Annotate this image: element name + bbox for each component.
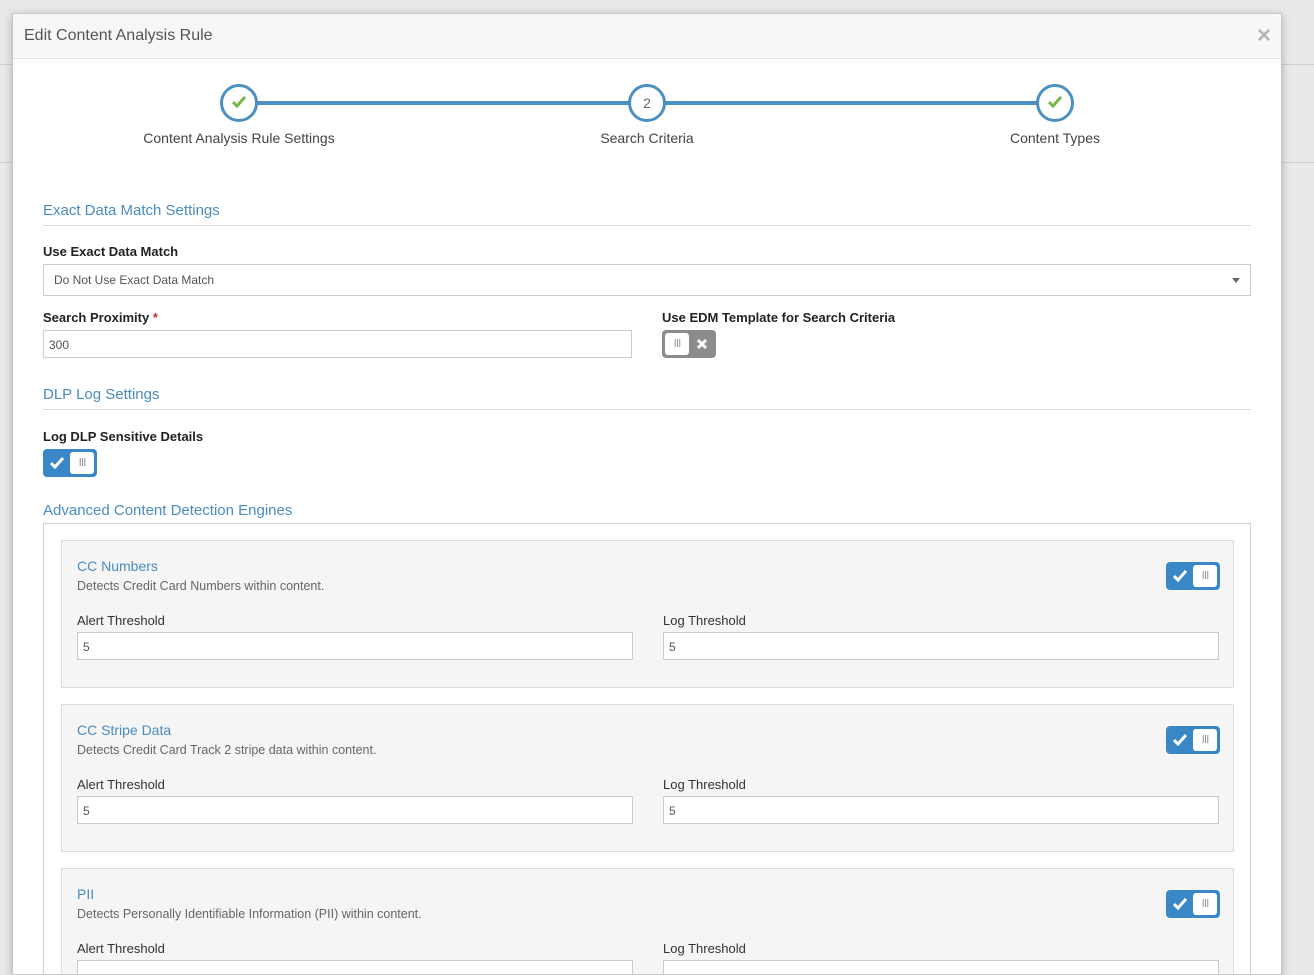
- x-icon: [689, 331, 715, 357]
- step-number: 2: [643, 95, 651, 111]
- engine-description: Detects Personally Identifiable Informat…: [77, 907, 422, 921]
- chevron-down-icon: [1232, 278, 1240, 283]
- check-icon: [1047, 96, 1063, 109]
- engine-enable-toggle[interactable]: III: [1166, 726, 1220, 754]
- search-proximity-input[interactable]: 300: [43, 330, 632, 358]
- required-marker: *: [152, 310, 158, 325]
- log-threshold-label: Log Threshold: [663, 613, 746, 628]
- edit-rule-modal: Edit Content Analysis Rule × 2 Content A…: [12, 13, 1282, 975]
- step-2-label[interactable]: Search Criteria: [600, 130, 693, 146]
- engines-panel: CC Numbers Detects Credit Card Numbers w…: [43, 523, 1251, 974]
- dlp-section-title: DLP Log Settings: [43, 386, 1251, 410]
- step-1-label[interactable]: Content Analysis Rule Settings: [143, 130, 334, 146]
- modal-header: Edit Content Analysis Rule ×: [13, 14, 1281, 59]
- engine-title: CC Stripe Data: [77, 722, 172, 738]
- step-connector: [665, 101, 1041, 105]
- engine-title: CC Numbers: [77, 558, 158, 574]
- log-dlp-label: Log DLP Sensitive Details: [43, 429, 204, 444]
- engine-enable-toggle[interactable]: III: [1166, 562, 1220, 590]
- alert-threshold-input[interactable]: 5: [77, 632, 633, 660]
- edm-template-toggle[interactable]: III: [662, 330, 716, 358]
- grip-icon: III: [1201, 569, 1210, 582]
- toggle-knob: III: [1193, 893, 1217, 915]
- check-icon: [1167, 563, 1193, 589]
- search-proximity-label: Search Proximity *: [43, 310, 158, 325]
- engine-card-cc-stripe: CC Stripe Data Detects Credit Card Track…: [61, 704, 1234, 852]
- check-icon: [44, 450, 70, 476]
- toggle-knob: III: [665, 333, 689, 355]
- log-threshold-input[interactable]: 5: [663, 796, 1219, 824]
- log-threshold-label: Log Threshold: [663, 941, 746, 956]
- wizard-stepper: 2 Content Analysis Rule Settings Search …: [13, 59, 1281, 169]
- step-3-circle[interactable]: [1036, 84, 1074, 122]
- grip-icon: III: [673, 337, 682, 350]
- engine-enable-toggle[interactable]: III: [1166, 890, 1220, 918]
- check-icon: [1167, 727, 1193, 753]
- engine-card-pii: PII Detects Personally Identifiable Info…: [61, 868, 1234, 974]
- use-edm-label: Use Exact Data Match: [43, 244, 179, 259]
- modal-content: Exact Data Match Settings Use Exact Data…: [43, 169, 1251, 974]
- step-2-circle[interactable]: 2: [628, 84, 666, 122]
- step-1-circle[interactable]: [220, 84, 258, 122]
- log-dlp-toggle[interactable]: III: [43, 449, 97, 477]
- log-threshold-input[interactable]: [663, 960, 1219, 974]
- use-edm-value: Do Not Use Exact Data Match: [54, 273, 215, 287]
- alert-threshold-input[interactable]: 5: [77, 796, 633, 824]
- toggle-knob: III: [70, 452, 94, 474]
- log-threshold-input[interactable]: 5: [663, 632, 1219, 660]
- engine-description: Detects Credit Card Numbers within conte…: [77, 579, 325, 593]
- log-threshold-label: Log Threshold: [663, 777, 746, 792]
- alert-threshold-label: Alert Threshold: [77, 777, 165, 792]
- edm-template-label: Use EDM Template for Search Criteria: [662, 310, 896, 325]
- engine-title: PII: [77, 886, 95, 902]
- step-connector: [257, 101, 633, 105]
- alert-threshold-input[interactable]: [77, 960, 633, 974]
- step-3-label[interactable]: Content Types: [1010, 130, 1100, 146]
- use-edm-select[interactable]: Do Not Use Exact Data Match: [43, 264, 1251, 296]
- modal-title: Edit Content Analysis Rule: [24, 27, 213, 44]
- check-icon: [231, 96, 247, 109]
- grip-icon: III: [1201, 897, 1210, 910]
- alert-threshold-label: Alert Threshold: [77, 613, 165, 628]
- engine-card-cc-numbers: CC Numbers Detects Credit Card Numbers w…: [61, 540, 1234, 688]
- alert-threshold-label: Alert Threshold: [77, 941, 165, 956]
- grip-icon: III: [78, 456, 87, 469]
- close-button[interactable]: ×: [1257, 24, 1271, 48]
- edm-section-title: Exact Data Match Settings: [43, 202, 1251, 226]
- toggle-knob: III: [1193, 729, 1217, 751]
- toggle-knob: III: [1193, 565, 1217, 587]
- grip-icon: III: [1201, 733, 1210, 746]
- engines-section-title: Advanced Content Detection Engines: [43, 502, 293, 519]
- engine-description: Detects Credit Card Track 2 stripe data …: [77, 743, 377, 757]
- check-icon: [1167, 891, 1193, 917]
